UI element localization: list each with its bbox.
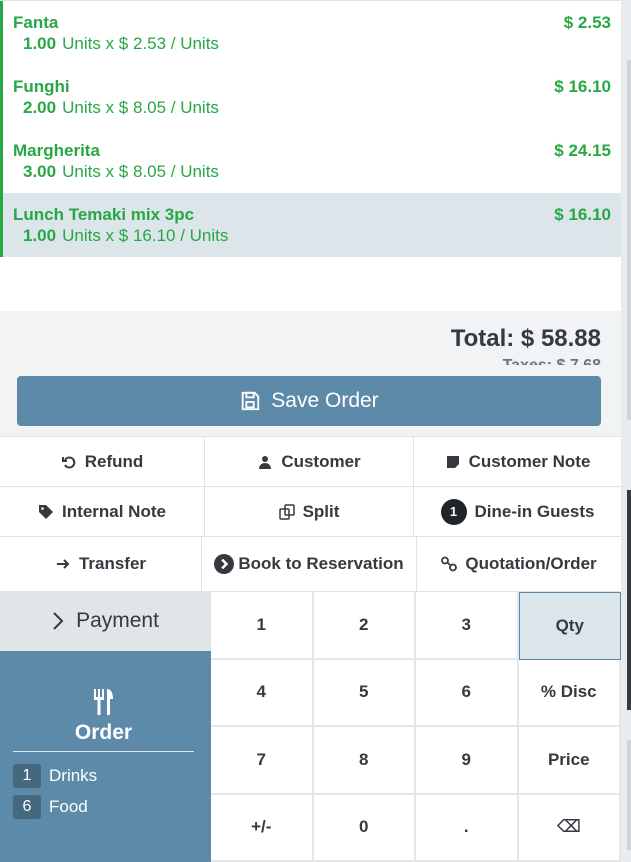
orderline-list: Fanta $ 2.53 1.00 Units x $ 2.53 / Units … xyxy=(0,0,621,311)
sticky-note-icon xyxy=(446,455,459,468)
orderline-detail: 2.00 Units x $ 8.05 / Units xyxy=(13,97,611,119)
quotation-order-label: Quotation/Order xyxy=(465,554,597,573)
customer-button[interactable]: Customer xyxy=(205,437,414,486)
dine-in-guests-label: Dine-in Guests xyxy=(474,501,595,521)
save-order-area: Save Order xyxy=(0,365,621,437)
category-label: Drinks xyxy=(49,766,98,785)
book-reservation-label: Book to Reservation xyxy=(238,554,404,573)
link-icon xyxy=(441,556,458,572)
order-panel-title: Order xyxy=(74,721,133,744)
background-panel-edge xyxy=(621,0,631,862)
orderline-qty: 1.00 xyxy=(23,34,57,53)
orderline-price: $ 16.10 xyxy=(554,205,611,224)
orderline-name: Margherita xyxy=(13,141,100,160)
numpad-key-8[interactable]: 8 xyxy=(313,727,416,795)
quotation-order-button[interactable]: Quotation/Order xyxy=(417,537,621,591)
orderline-price: $ 2.53 xyxy=(563,13,611,32)
floppy-disk-icon xyxy=(242,391,260,411)
category-count: 6 xyxy=(13,795,41,819)
utensils-icon xyxy=(94,689,113,715)
book-reservation-button[interactable]: Book to Reservation xyxy=(202,537,417,591)
payment-label: Payment xyxy=(76,609,159,632)
orderline-detail: 1.00 Units x $ 16.10 / Units xyxy=(13,225,611,247)
pos-order-screen: Fanta $ 2.53 1.00 Units x $ 2.53 / Units … xyxy=(0,0,621,862)
save-order-label: Save Order xyxy=(271,389,379,412)
orderline-detail: 1.00 Units x $ 2.53 / Units xyxy=(13,33,611,55)
user-icon xyxy=(259,455,272,469)
customer-note-label: Customer Note xyxy=(468,451,591,471)
category-food[interactable]: 6 Food xyxy=(13,795,88,819)
internal-note-button[interactable]: Internal Note xyxy=(0,487,205,536)
orderline-price: $ 16.10 xyxy=(554,77,611,96)
transfer-button[interactable]: Transfer xyxy=(0,537,202,591)
arrow-right-icon xyxy=(56,559,70,569)
background-segment xyxy=(627,60,631,420)
customer-note-button[interactable]: Customer Note xyxy=(414,437,621,486)
undo-icon xyxy=(61,456,75,468)
orderline-name: Fanta xyxy=(13,13,59,32)
numpad-key-4[interactable]: 4 xyxy=(211,659,314,727)
orderline-price: $ 24.15 xyxy=(554,141,611,160)
numpad-key-5[interactable]: 5 xyxy=(313,659,416,727)
control-row-3: Transfer Book to Reservation Quotation/O… xyxy=(0,536,621,591)
numpad-mode-discount[interactable]: % Disc xyxy=(518,659,621,727)
numpad-mode-price[interactable]: Price xyxy=(518,727,621,795)
internal-note-label: Internal Note xyxy=(62,501,166,521)
numpad-key-sign[interactable]: +/- xyxy=(211,794,314,862)
refund-button[interactable]: Refund xyxy=(0,437,205,486)
circle-chevron-right-icon xyxy=(214,554,235,574)
numpad: 1 2 3 Qty 4 5 6 % Disc 7 8 9 Price +/- 0… xyxy=(211,591,621,862)
orderline-name: Lunch Temaki mix 3pc xyxy=(13,205,195,224)
dine-in-guests-button[interactable]: 1 Dine-in Guests xyxy=(414,487,621,536)
numpad-key-2[interactable]: 2 xyxy=(313,592,416,660)
orderline-unit-text: Units x $ 8.05 / Units xyxy=(62,162,219,181)
guests-count-badge: 1 xyxy=(440,498,467,525)
numpad-key-6[interactable]: 6 xyxy=(416,659,519,727)
order-panel-divider xyxy=(13,751,194,752)
split-label: Split xyxy=(302,501,340,521)
numpad-key-1[interactable]: 1 xyxy=(211,592,314,660)
numpad-key-3[interactable]: 3 xyxy=(416,592,519,660)
orderline-unit-text: Units x $ 8.05 / Units xyxy=(62,98,219,117)
order-total: Total: $ 58.88 xyxy=(450,325,601,352)
split-button[interactable]: Split xyxy=(205,487,414,536)
category-label: Food xyxy=(49,797,88,816)
orderline-lunch-temaki[interactable]: Lunch Temaki mix 3pc $ 16.10 1.00 Units x… xyxy=(0,193,621,257)
chevron-right-icon xyxy=(53,612,64,630)
orderline-unit-text: Units x $ 16.10 / Units xyxy=(62,226,229,245)
orderline-unit-text: Units x $ 2.53 / Units xyxy=(62,34,219,53)
transfer-label: Transfer xyxy=(78,554,147,573)
numpad-backspace-icon[interactable]: ⌫ xyxy=(518,794,621,862)
payment-button[interactable]: Payment xyxy=(0,591,211,651)
customer-label: Customer xyxy=(281,451,361,471)
numpad-key-7[interactable]: 7 xyxy=(211,727,314,795)
category-count: 1 xyxy=(13,764,41,788)
control-row-2: Internal Note Split 1 Dine-in Guests xyxy=(0,486,621,536)
order-panel: Order 1 Drinks 6 Food xyxy=(0,651,211,862)
orderline-name: Funghi xyxy=(13,77,70,96)
numpad-key-dot[interactable]: . xyxy=(416,794,519,862)
numpad-mode-qty[interactable]: Qty xyxy=(518,592,621,660)
numpad-key-0[interactable]: 0 xyxy=(313,794,416,862)
orderline-qty: 3.00 xyxy=(23,162,57,181)
split-icon xyxy=(278,503,295,520)
category-drinks[interactable]: 1 Drinks xyxy=(13,764,97,788)
orderline-detail: 3.00 Units x $ 8.05 / Units xyxy=(13,161,611,183)
tag-icon xyxy=(39,504,54,519)
background-segment xyxy=(627,490,631,710)
control-row-1: Refund Customer Customer Note xyxy=(0,436,621,486)
orderline-fanta[interactable]: Fanta $ 2.53 1.00 Units x $ 2.53 / Units xyxy=(0,1,621,65)
background-segment xyxy=(627,740,631,850)
orderline-qty: 2.00 xyxy=(23,98,57,117)
numpad-key-9[interactable]: 9 xyxy=(416,727,519,795)
save-order-button[interactable]: Save Order xyxy=(17,376,601,426)
orderline-funghi[interactable]: Funghi $ 16.10 2.00 Units x $ 8.05 / Unit… xyxy=(0,65,621,129)
refund-label: Refund xyxy=(84,451,144,471)
orderline-qty: 1.00 xyxy=(23,226,57,245)
orderline-margherita[interactable]: Margherita $ 24.15 3.00 Units x $ 8.05 / … xyxy=(0,129,621,193)
